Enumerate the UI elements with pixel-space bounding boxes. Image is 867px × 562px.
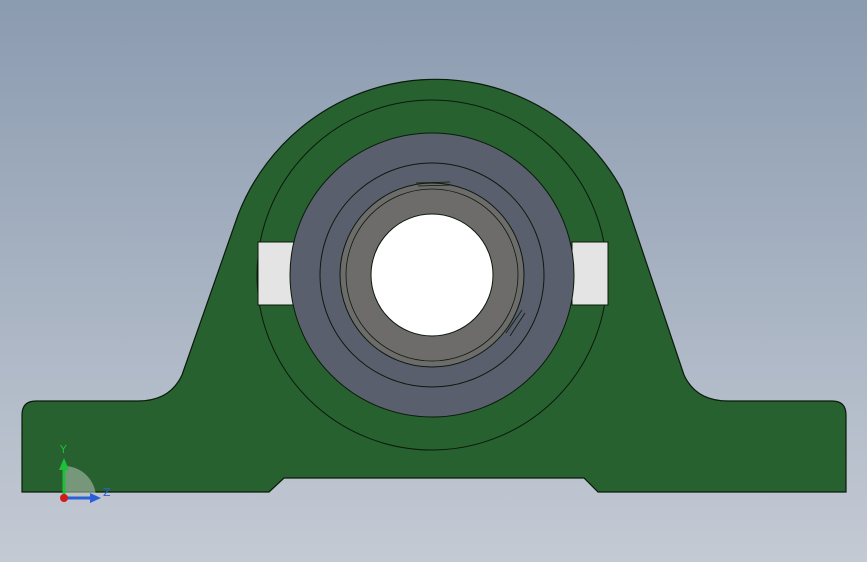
housing-slot-left (257, 241, 295, 306)
graphics-viewport[interactable]: Y Z (0, 0, 867, 562)
y-axis-label: Y (60, 443, 67, 456)
shaft-bore[interactable] (370, 213, 494, 337)
z-axis-label: Z (103, 486, 111, 499)
bearing-model-view[interactable] (0, 0, 867, 562)
x-axis-dot (60, 494, 68, 502)
housing-slot-right (571, 241, 609, 306)
